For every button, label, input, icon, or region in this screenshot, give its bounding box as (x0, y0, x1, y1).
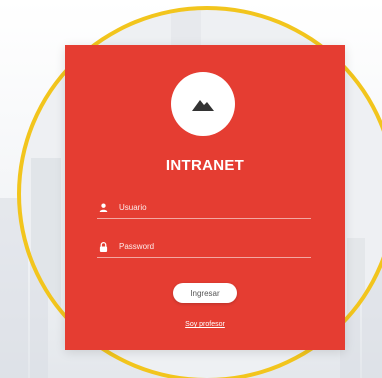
login-card: INTRANET Ingresar Soy profesor (65, 45, 345, 350)
teacher-link[interactable]: Soy profesor (65, 321, 345, 328)
username-field[interactable] (97, 197, 311, 219)
app-title: INTRANET (165, 157, 245, 174)
user-icon (97, 202, 109, 214)
mountain-icon (192, 100, 214, 111)
login-button[interactable]: Ingresar (173, 283, 237, 303)
logo-badge (171, 72, 235, 136)
lock-icon (97, 241, 109, 253)
password-input[interactable] (119, 242, 311, 251)
password-field[interactable] (97, 236, 311, 258)
username-input[interactable] (119, 203, 311, 212)
